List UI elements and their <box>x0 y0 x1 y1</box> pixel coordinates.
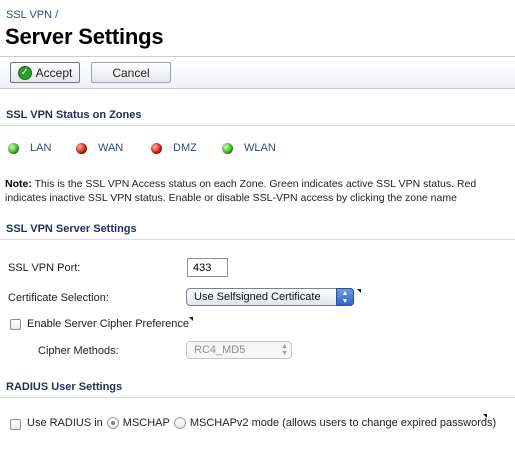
cancel-button[interactable]: Cancel <box>91 62 171 83</box>
cipher-methods-select: RC4_MD5 ▲ ▼ <box>186 341 292 359</box>
status-red-icon <box>151 142 162 154</box>
section-heading-radius: RADIUS User Settings <box>0 376 515 398</box>
checkmark-icon: ✓ <box>17 65 32 80</box>
certificate-select[interactable]: Use Selfsigned Certificate ▲ ▼ <box>186 288 354 306</box>
zone-dmz[interactable]: DMZ <box>151 142 197 154</box>
mschap-label: MSCHAP <box>122 417 170 429</box>
toolbar: ✓ Accept Cancel <box>0 56 515 89</box>
section-heading-status: SSL VPN Status on Zones <box>0 104 515 126</box>
tooltip-corner-icon[interactable] <box>357 289 361 293</box>
zone-status-note: Note: This is the SSL VPN Access status … <box>5 177 510 205</box>
use-radius-label: Use RADIUS in <box>27 417 103 429</box>
status-red-icon <box>76 142 87 154</box>
accept-button[interactable]: ✓ Accept <box>10 62 80 83</box>
chevron-updown-icon: ▲ ▼ <box>281 343 288 357</box>
port-label: SSL VPN Port: <box>8 262 81 274</box>
zone-wlan[interactable]: WLAN <box>222 142 276 154</box>
cancel-button-label: Cancel <box>112 65 150 80</box>
status-green-icon <box>222 142 233 154</box>
note-text: This is the SSL VPN Access status on eac… <box>5 178 477 204</box>
radius-options: Use RADIUS in MSCHAP MSCHAPv2 mode (allo… <box>27 417 496 429</box>
certificate-select-value: Use Selfsigned Certificate <box>194 291 321 303</box>
cipher-preference-checkbox[interactable] <box>10 319 21 330</box>
zone-label: DMZ <box>173 142 197 154</box>
section-heading-server: SSL VPN Server Settings <box>0 218 515 240</box>
cipher-preference-label: Enable Server Cipher Preference <box>27 318 190 330</box>
tooltip-corner-icon[interactable] <box>189 317 193 321</box>
use-radius-checkbox[interactable] <box>10 419 21 430</box>
zone-status-list: LAN WAN DMZ WLAN <box>0 142 515 158</box>
mschapv2-label: MSCHAPv2 mode (allows users to change ex… <box>189 417 497 429</box>
zone-label: LAN <box>30 142 52 154</box>
breadcrumb[interactable]: SSL VPN / <box>6 9 58 21</box>
cipher-methods-label: Cipher Methods: <box>38 345 119 357</box>
page-title: Server Settings <box>5 24 164 49</box>
mschap-radio[interactable] <box>106 417 119 429</box>
zone-lan[interactable]: LAN <box>8 142 51 154</box>
zone-label: WLAN <box>244 142 276 154</box>
status-green-icon <box>8 142 19 154</box>
zone-label: WAN <box>98 142 124 154</box>
accept-button-label: Accept <box>35 65 73 80</box>
mschapv2-radio[interactable] <box>173 417 186 429</box>
tooltip-corner-icon[interactable] <box>483 414 487 418</box>
port-input[interactable] <box>187 258 228 277</box>
note-label: Note: <box>5 178 32 190</box>
chevron-updown-icon: ▲ ▼ <box>336 288 354 306</box>
certificate-label: Certificate Selection: <box>8 292 109 304</box>
zone-wan[interactable]: WAN <box>76 142 123 154</box>
cipher-methods-value: RC4_MD5 <box>194 344 246 356</box>
